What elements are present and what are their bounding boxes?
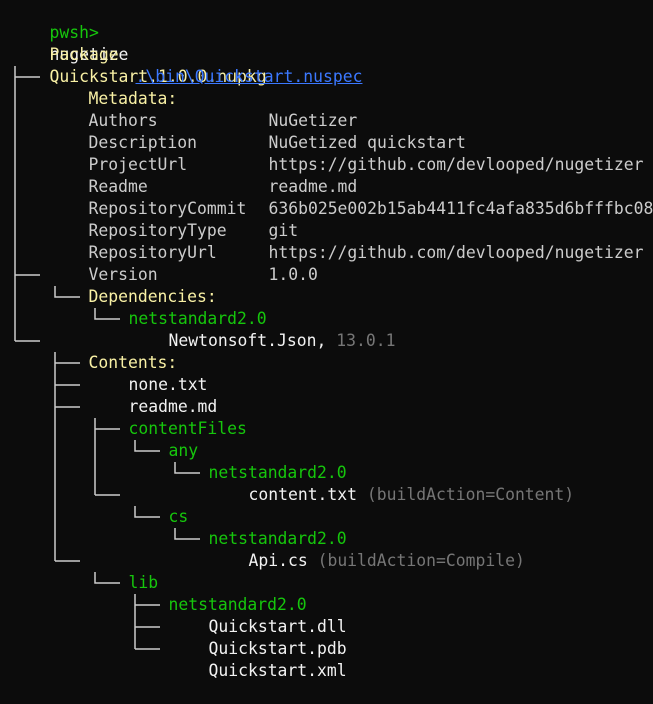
folder-item: netstandard2.0 bbox=[129, 572, 306, 614]
folder-item: cs bbox=[129, 484, 188, 526]
metadata-heading: Metadata: bbox=[49, 66, 177, 108]
file-item: Quickstart.dll bbox=[169, 594, 346, 636]
file-quickstart-xml: Quickstart.xml bbox=[208, 661, 347, 680]
folder-item: any bbox=[129, 418, 198, 460]
file-item: readme.md bbox=[89, 374, 217, 416]
dependency-package: Newtonsoft.Json, 13.0.1 bbox=[168, 331, 396, 350]
file-item: Api.cs (buildAction=Compile) bbox=[209, 528, 524, 570]
metadata-row: Readme readme.md bbox=[49, 154, 357, 196]
metadata-value: https://github.com/devlooped/nugetizer bbox=[268, 243, 644, 262]
file-api-cs: Api.cs bbox=[248, 551, 308, 570]
metadata-row: Authors NuGetizer bbox=[49, 88, 357, 130]
metadata-row: RepositoryType git bbox=[49, 198, 298, 240]
file-api-cs-action: (buildAction=Compile) bbox=[317, 551, 525, 570]
metadata-row: RepositoryUrl https://github.com/devloope… bbox=[49, 220, 643, 262]
file-item: Quickstart.pdb bbox=[169, 616, 346, 658]
contents-heading: Contents: bbox=[49, 330, 177, 372]
dependencies-heading: Dependencies: bbox=[49, 264, 216, 306]
metadata-value: 1.0.0 bbox=[268, 265, 318, 284]
dependency-package-name: Newtonsoft.Json bbox=[168, 331, 317, 350]
dependency-framework: netstandard2.0 bbox=[89, 286, 266, 328]
file-item: content.txt (buildAction=Content) bbox=[209, 462, 574, 504]
metadata-row: RepositoryCommit 636b025e002b15ab4411fc4a… bbox=[49, 176, 653, 218]
folder-item: contentFiles bbox=[89, 396, 246, 438]
dependency-package-version: 13.0.1 bbox=[336, 331, 396, 350]
metadata-row: Description NuGetized quickstart bbox=[49, 110, 465, 152]
folder-item: lib bbox=[89, 550, 158, 592]
folder-item: netstandard2.0 bbox=[169, 506, 346, 548]
file-content-txt-action: (buildAction=Content) bbox=[366, 485, 575, 504]
file-item: none.txt bbox=[89, 352, 207, 394]
metadata-value: 636b025e002b15ab4411fc4afa835d6bfffbc083 bbox=[268, 199, 653, 218]
metadata-row: ProjectUrl https://github.com/devlooped/n… bbox=[49, 132, 643, 174]
folder-item: netstandard2.0 bbox=[169, 440, 346, 482]
file-content-txt: content.txt bbox=[248, 485, 358, 504]
metadata-row: Version 1.0.0 bbox=[49, 242, 317, 284]
file-item: Quickstart.xml bbox=[169, 638, 346, 680]
terminal-window[interactable]: pwsh> nugetize Package Quickstart.1.0.0.… bbox=[0, 0, 653, 680]
